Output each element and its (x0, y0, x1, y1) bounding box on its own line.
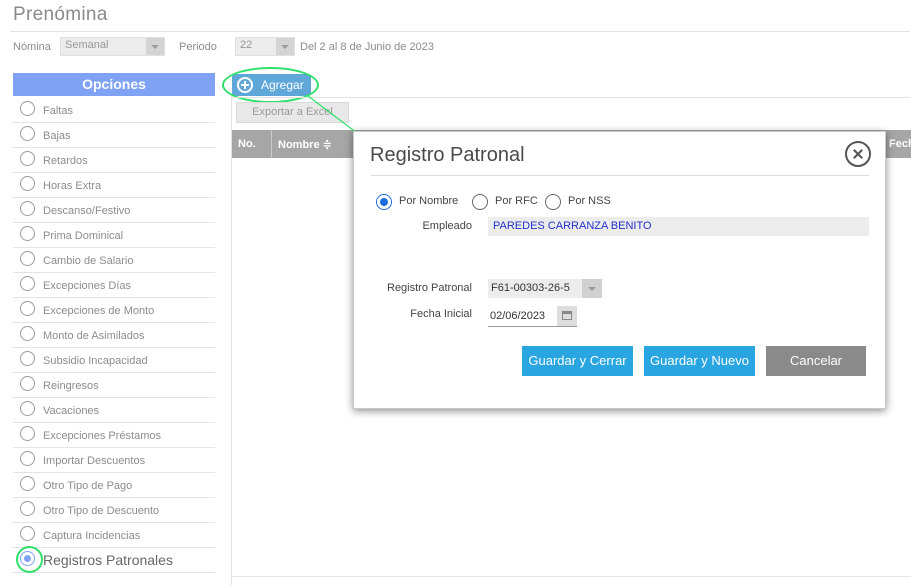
registro-patronal-select[interactable]: F61-00303-26-5 (488, 279, 602, 298)
radio-por-rfc-label: Por RFC (495, 195, 538, 207)
fecha-inicial-field[interactable]: 02/06/2023 (488, 306, 577, 327)
save-new-button[interactable]: Guardar y Nuevo (644, 346, 755, 376)
employee-label: Empleado (422, 220, 472, 232)
calendar-icon[interactable] (557, 306, 577, 326)
dialog-divider (371, 175, 869, 176)
chevron-down-icon[interactable] (582, 279, 602, 298)
registro-patronal-dialog: Registro Patronal Por Nombre Por RFC Por… (353, 131, 886, 409)
cancel-button[interactable]: Cancelar (766, 346, 866, 376)
dialog-title: Registro Patronal (370, 144, 525, 166)
radio-por-rfc[interactable] (472, 194, 488, 210)
annotation-arrow-line (307, 95, 362, 137)
close-icon[interactable] (845, 141, 871, 167)
radio-por-nombre-label: Por Nombre (399, 195, 459, 207)
save-close-button[interactable]: Guardar y Cerrar (522, 346, 633, 376)
registro-patronal-value: F61-00303-26-5 (491, 282, 570, 294)
registro-patronal-label: Registro Patronal (387, 282, 472, 294)
radio-por-nombre[interactable] (376, 194, 392, 210)
radio-por-nss[interactable] (545, 194, 561, 210)
radio-por-nss-label: Por NSS (568, 195, 611, 207)
fecha-inicial-label: Fecha Inicial (410, 308, 472, 320)
employee-field[interactable]: PAREDES CARRANZA BENITO (488, 217, 869, 236)
fecha-inicial-value: 02/06/2023 (490, 310, 546, 322)
